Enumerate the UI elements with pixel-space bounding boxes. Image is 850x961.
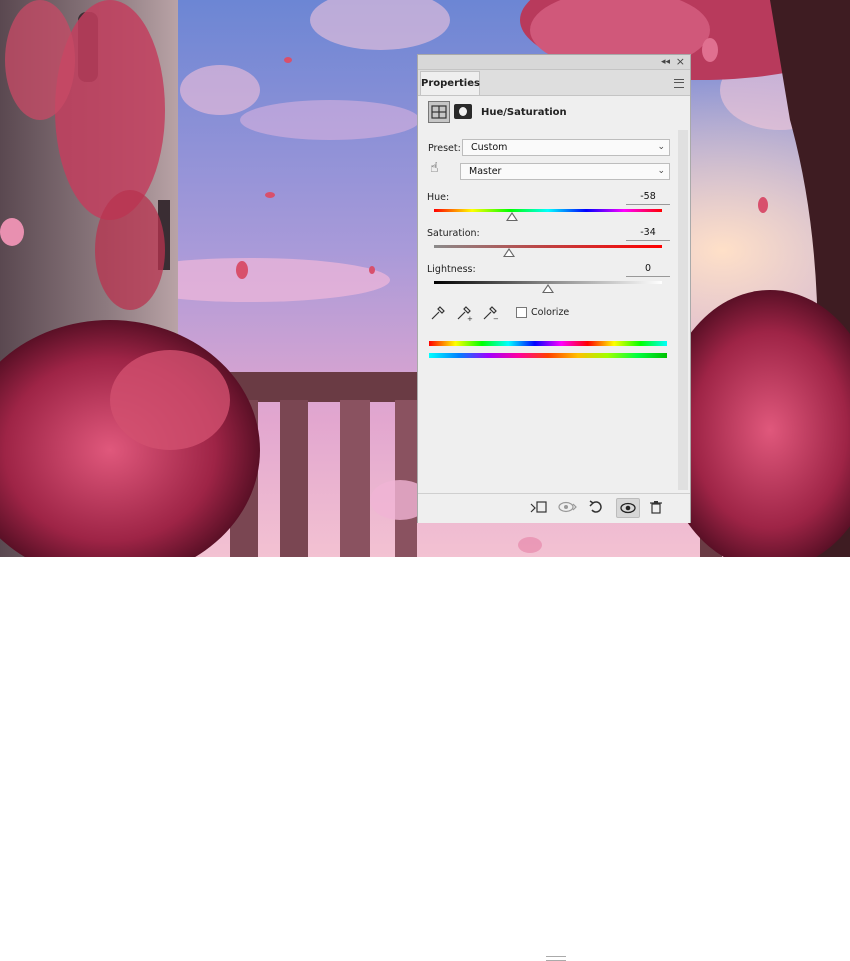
double-chevron-left-icon[interactable]: ◂◂: [661, 56, 670, 68]
svg-text:−: −: [493, 315, 499, 321]
channel-select[interactable]: Master ⌄: [460, 163, 670, 180]
clip-to-layer-icon[interactable]: [530, 500, 548, 518]
panel-menu-icon[interactable]: [674, 79, 684, 88]
saturation-value-field[interactable]: -34: [626, 227, 670, 241]
saturation-label: Saturation:: [427, 228, 480, 239]
adjustment-layer-icon[interactable]: [428, 101, 450, 123]
hue-slider-track[interactable]: [434, 209, 662, 212]
resize-grip[interactable]: [546, 956, 566, 961]
eyedropper-subtract-icon[interactable]: −: [482, 305, 500, 325]
lightness-value-field[interactable]: 0: [626, 263, 670, 277]
eyedropper-icon[interactable]: [430, 305, 446, 325]
panel-scrollbar[interactable]: [678, 130, 688, 490]
panel-tab-bar: Properties: [418, 70, 690, 96]
adjustment-title: Hue/Saturation: [481, 107, 567, 118]
lightness-slider-thumb[interactable]: [542, 284, 554, 293]
preset-label: Preset:: [428, 143, 461, 154]
close-icon[interactable]: ×: [676, 55, 685, 68]
layer-mask-icon[interactable]: [454, 104, 472, 119]
chevron-down-icon: ⌄: [657, 142, 665, 152]
input-color-ramp: [429, 341, 667, 346]
eyedropper-add-icon[interactable]: +: [456, 305, 474, 325]
preset-select[interactable]: Custom ⌄: [462, 139, 670, 156]
panel-title-strip[interactable]: ◂◂ ×: [418, 55, 690, 70]
view-previous-state-icon[interactable]: [558, 500, 578, 518]
chevron-down-icon: ⌄: [657, 166, 665, 176]
reset-icon[interactable]: [589, 500, 603, 518]
lightness-label: Lightness:: [427, 264, 476, 275]
output-color-ramp: [429, 353, 667, 358]
hue-value-field[interactable]: -58: [626, 191, 670, 205]
delete-trash-icon[interactable]: [650, 500, 662, 518]
svg-text:+: +: [467, 315, 473, 321]
colorize-label: Colorize: [531, 307, 570, 318]
channel-value: Master: [469, 166, 502, 177]
tab-properties[interactable]: Properties: [420, 71, 480, 95]
colorize-checkbox[interactable]: [516, 307, 527, 318]
targeted-adjustment-hand-icon[interactable]: ☝: [430, 160, 439, 176]
panel-footer: [418, 493, 690, 961]
saturation-slider-thumb[interactable]: [503, 248, 516, 257]
hue-slider-thumb[interactable]: [505, 212, 518, 221]
preset-value: Custom: [471, 142, 508, 153]
hue-label: Hue:: [427, 192, 450, 203]
saturation-slider-track[interactable]: [434, 245, 662, 248]
properties-panel: ◂◂ × Properties Hue/Saturation Preset: C…: [417, 54, 691, 961]
visibility-eye-icon[interactable]: [616, 498, 640, 518]
